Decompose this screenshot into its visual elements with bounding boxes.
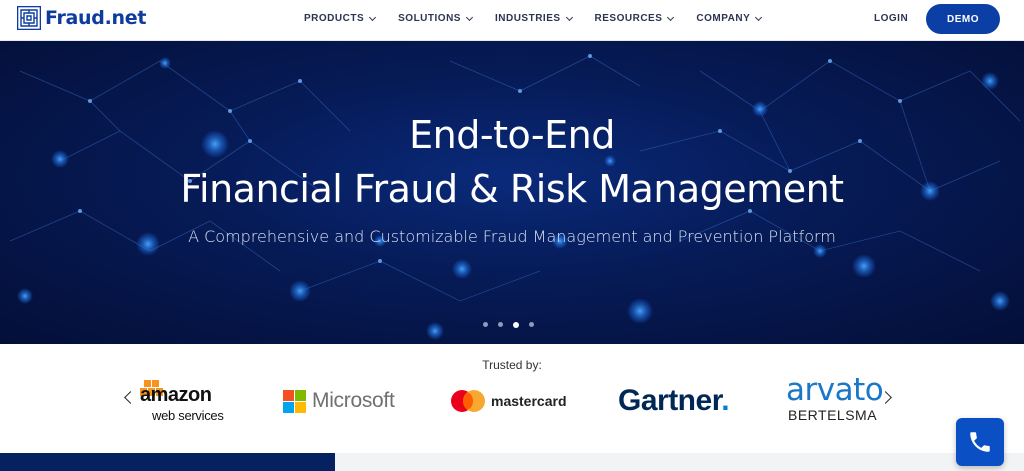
- menu-resources[interactable]: RESOURCES: [594, 13, 675, 24]
- chevron-down-icon: [465, 13, 474, 21]
- mastercard-circles-icon: [451, 390, 485, 412]
- menu-products[interactable]: PRODUCTS: [304, 13, 377, 24]
- menu-products-label: PRODUCTS: [304, 13, 365, 24]
- mastercard-wordmark: mastercard: [491, 393, 567, 409]
- main-menu: PRODUCTS SOLUTIONS INDUSTRIES RESOURCES …: [304, 13, 784, 24]
- microsoft-wordmark: Microsoft: [312, 389, 395, 412]
- chevron-down-icon: [755, 13, 763, 21]
- chevron-left-icon[interactable]: [124, 391, 137, 404]
- chevron-down-icon: [369, 13, 377, 21]
- top-navbar: Fraud.net PRODUCTS SOLUTIONS INDUSTRIES …: [0, 0, 1024, 41]
- next-section-light-panel: [335, 453, 1024, 471]
- carousel-dot-2[interactable]: [498, 322, 503, 327]
- hero-subtitle: A Comprehensive and Customizable Fraud M…: [188, 227, 836, 246]
- carousel-dots: [483, 321, 544, 328]
- carousel-dot-1[interactable]: [483, 322, 488, 327]
- mastercard-logo: mastercard: [451, 390, 567, 412]
- menu-company-label: COMPANY: [696, 13, 751, 24]
- call-button[interactable]: [956, 418, 1004, 466]
- microsoft-logo: Microsoft: [283, 389, 395, 413]
- menu-industries-label: INDUSTRIES: [494, 13, 561, 24]
- web-services-wordmark: web services: [152, 408, 224, 423]
- hero-title-line-1: End-to-End: [409, 113, 615, 157]
- next-section-dark-panel: [0, 453, 335, 471]
- login-link[interactable]: LOGIN: [874, 13, 908, 24]
- menu-industries[interactable]: INDUSTRIES: [494, 13, 573, 24]
- carousel-dot-4[interactable]: [529, 322, 534, 327]
- menu-resources-label: RESOURCES: [594, 13, 663, 24]
- chevron-down-icon: [565, 13, 573, 21]
- menu-solutions-label: SOLUTIONS: [398, 13, 461, 24]
- phone-icon: [970, 432, 990, 452]
- microsoft-squares-icon: [283, 389, 306, 413]
- carousel-dot-3-active[interactable]: [513, 321, 519, 328]
- hero-banner: End-to-End Financial Fraud & Risk Manage…: [0, 41, 1024, 344]
- fraudnet-logo-icon: [17, 6, 41, 30]
- amazon-wordmark: amazon: [140, 384, 212, 406]
- gartner-dot: .: [721, 384, 730, 417]
- menu-solutions[interactable]: SOLUTIONS: [398, 13, 474, 24]
- arvato-bertelsmann-logo: arvato BERTELSMA: [786, 372, 884, 423]
- trusted-by-label: Trusted by:: [482, 358, 542, 372]
- gartner-wordmark: Gartner: [618, 384, 722, 417]
- hero-title-line-2: Financial Fraud & Risk Management: [180, 167, 844, 211]
- brand-name: Fraud.net: [45, 7, 147, 29]
- gartner-logo: Gartner.: [618, 384, 730, 418]
- chevron-down-icon: [667, 13, 675, 21]
- amazon-web-services-logo: amazon web services: [140, 380, 235, 426]
- brand-logo[interactable]: Fraud.net: [17, 6, 146, 30]
- demo-button[interactable]: DEMO: [926, 4, 1000, 34]
- bertelsmann-wordmark: BERTELSMA: [788, 407, 878, 423]
- menu-company[interactable]: COMPANY: [696, 13, 763, 24]
- arvato-wordmark: arvato: [786, 372, 884, 408]
